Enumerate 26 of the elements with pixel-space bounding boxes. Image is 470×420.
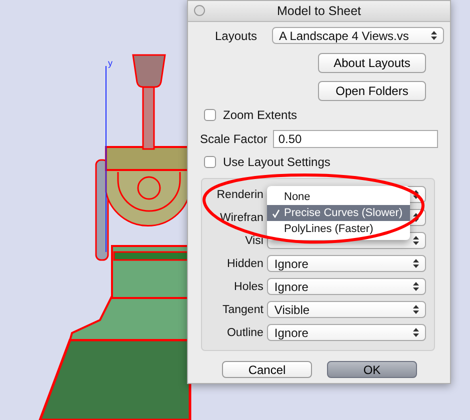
setting-select[interactable]: Visible [267,301,426,318]
setting-label: Holes [233,280,264,292]
dialog-button[interactable]: OK [327,361,417,378]
field-label: Layouts [215,28,258,42]
setting-select[interactable]: Ignore [267,255,426,272]
setting-select[interactable]: Ignore [267,278,426,295]
field-label: Scale Factor [200,132,268,146]
checkbox-label: Use Layout Settings [223,155,330,169]
push-button[interactable]: Open Folders [318,81,426,101]
push-button[interactable]: About Layouts [318,53,426,73]
checkbox-label: Zoom Extents [223,108,298,122]
axis-label: y [108,58,112,68]
menu-item[interactable]: Precise Curves (Slower) [267,205,410,221]
layouts-select[interactable]: A Landscape 4 Views.vs [272,27,444,44]
menu-item[interactable]: PolyLines (Faster) [267,221,410,237]
setting-select[interactable]: Ignore [267,324,426,341]
window-title: Model to Sheet [276,4,362,18]
menu-item[interactable]: None [267,189,410,205]
dialog-button[interactable]: Cancel [222,361,312,378]
setting-label: Hidden [226,258,264,270]
setting-label: Renderin [216,188,264,200]
setting-label: Tangent [221,304,264,316]
setting-label: Wirefran [218,212,264,224]
setting-label: Visi [244,234,264,246]
scale-factor-field[interactable]: 0.50 [273,130,438,148]
setting-label: Outline [226,326,264,338]
